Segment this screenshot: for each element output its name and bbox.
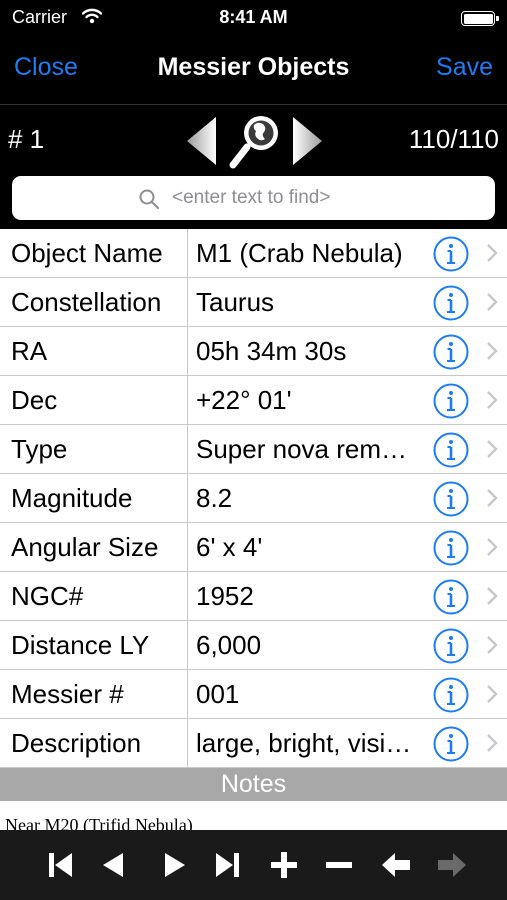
details-table: Object Name M1 (Crab Nebula) Constellati… bbox=[0, 229, 507, 768]
skip-first-icon[interactable] bbox=[42, 847, 78, 883]
row-label: NGC# bbox=[11, 581, 84, 611]
info-icon[interactable] bbox=[433, 383, 469, 419]
chevron-right-icon[interactable] bbox=[485, 243, 499, 263]
row-value: 6,000 bbox=[196, 630, 262, 660]
status-bar: Carrier 8:41 AM bbox=[0, 0, 507, 36]
chevron-right-icon[interactable] bbox=[485, 488, 499, 508]
table-row[interactable]: Object Name M1 (Crab Nebula) bbox=[0, 229, 507, 278]
row-label: Description bbox=[11, 728, 142, 758]
bottom-toolbar bbox=[0, 830, 507, 900]
record-navigator: # 1 110/110 bbox=[0, 105, 507, 173]
navigation-bar: Close Messier Objects Save bbox=[0, 36, 507, 105]
info-icon[interactable] bbox=[433, 726, 469, 762]
previous-icon[interactable] bbox=[95, 847, 131, 883]
row-value: 05h 34m 30s bbox=[196, 336, 347, 366]
notes-text: Near M20 (Trifid Nebula) bbox=[5, 815, 193, 830]
back-arrow-icon[interactable] bbox=[378, 847, 414, 883]
row-value: M1 (Crab Nebula) bbox=[196, 238, 403, 268]
search-field[interactable] bbox=[12, 176, 495, 220]
previous-record-button[interactable] bbox=[183, 113, 219, 169]
battery-icon bbox=[461, 11, 499, 26]
chevron-right-icon[interactable] bbox=[485, 537, 499, 557]
chevron-right-icon[interactable] bbox=[485, 341, 499, 361]
table-row[interactable]: Messier # 001 bbox=[0, 670, 507, 719]
info-icon[interactable] bbox=[433, 481, 469, 517]
chevron-right-icon[interactable] bbox=[485, 733, 499, 753]
play-icon[interactable] bbox=[156, 847, 192, 883]
info-icon[interactable] bbox=[433, 285, 469, 321]
column-divider bbox=[187, 719, 188, 767]
column-divider bbox=[187, 425, 188, 473]
info-icon[interactable] bbox=[433, 677, 469, 713]
column-divider bbox=[187, 523, 188, 571]
table-row[interactable]: Constellation Taurus bbox=[0, 278, 507, 327]
row-label: Type bbox=[11, 434, 68, 464]
table-row[interactable]: NGC# 1952 bbox=[0, 572, 507, 621]
column-divider bbox=[187, 621, 188, 669]
notes-textarea[interactable]: Near M20 (Trifid Nebula) bbox=[0, 801, 507, 830]
search-icon bbox=[138, 188, 160, 215]
chevron-right-icon[interactable] bbox=[485, 390, 499, 410]
row-label: Distance LY bbox=[11, 630, 150, 660]
row-label: Messier # bbox=[11, 679, 124, 709]
row-value: Super nova rem… bbox=[196, 434, 407, 464]
search-input[interactable] bbox=[172, 185, 472, 211]
info-icon[interactable] bbox=[433, 530, 469, 566]
row-value: 1952 bbox=[196, 581, 254, 611]
column-divider bbox=[187, 376, 188, 424]
record-count: 110/110 bbox=[408, 124, 499, 154]
table-row[interactable]: Description large, bright, visi… bbox=[0, 719, 507, 768]
column-divider bbox=[187, 670, 188, 718]
info-icon[interactable] bbox=[433, 579, 469, 615]
row-value: 8.2 bbox=[196, 483, 233, 513]
table-row[interactable]: Distance LY 6,000 bbox=[0, 621, 507, 670]
next-record-button[interactable] bbox=[290, 113, 326, 169]
info-icon[interactable] bbox=[433, 334, 469, 370]
column-divider bbox=[187, 278, 188, 326]
minus-icon[interactable] bbox=[321, 847, 357, 883]
info-icon[interactable] bbox=[433, 236, 469, 272]
row-label: Angular Size bbox=[11, 532, 159, 562]
forward-arrow-icon[interactable] bbox=[434, 847, 470, 883]
table-row[interactable]: Angular Size 6' x 4' bbox=[0, 523, 507, 572]
search-bar bbox=[0, 173, 507, 229]
column-divider bbox=[187, 327, 188, 375]
chevron-right-icon[interactable] bbox=[485, 292, 499, 312]
row-value: Taurus bbox=[196, 287, 275, 317]
magnifier-globe-icon[interactable] bbox=[227, 111, 285, 171]
row-value: +22° 01' bbox=[196, 385, 292, 415]
table-row[interactable]: Type Super nova rem… bbox=[0, 425, 507, 474]
skip-last-icon[interactable] bbox=[210, 847, 246, 883]
plus-icon[interactable] bbox=[266, 847, 302, 883]
row-label: Magnitude bbox=[11, 483, 133, 513]
notes-header: Notes bbox=[0, 768, 507, 801]
clock: 8:41 AM bbox=[219, 7, 288, 27]
chevron-right-icon[interactable] bbox=[485, 439, 499, 459]
row-value: 6' x 4' bbox=[196, 532, 263, 562]
info-icon[interactable] bbox=[433, 628, 469, 664]
info-icon[interactable] bbox=[433, 432, 469, 468]
chevron-right-icon[interactable] bbox=[485, 586, 499, 606]
save-button[interactable]: Save bbox=[436, 53, 493, 82]
page-title: Messier Objects bbox=[157, 53, 350, 81]
record-index: # 1 bbox=[8, 124, 45, 154]
row-label: Dec bbox=[11, 385, 58, 415]
row-label: Object Name bbox=[11, 238, 163, 268]
chevron-right-icon[interactable] bbox=[485, 684, 499, 704]
table-row[interactable]: RA 05h 34m 30s bbox=[0, 327, 507, 376]
chevron-right-icon[interactable] bbox=[485, 635, 499, 655]
table-row[interactable]: Dec +22° 01' bbox=[0, 376, 507, 425]
table-row[interactable]: Magnitude 8.2 bbox=[0, 474, 507, 523]
row-value: 001 bbox=[196, 679, 240, 709]
column-divider bbox=[187, 474, 188, 522]
column-divider bbox=[187, 572, 188, 620]
row-label: Constellation bbox=[11, 287, 162, 317]
row-label: RA bbox=[11, 336, 48, 366]
row-value: large, bright, visi… bbox=[196, 728, 412, 758]
column-divider bbox=[187, 229, 188, 277]
